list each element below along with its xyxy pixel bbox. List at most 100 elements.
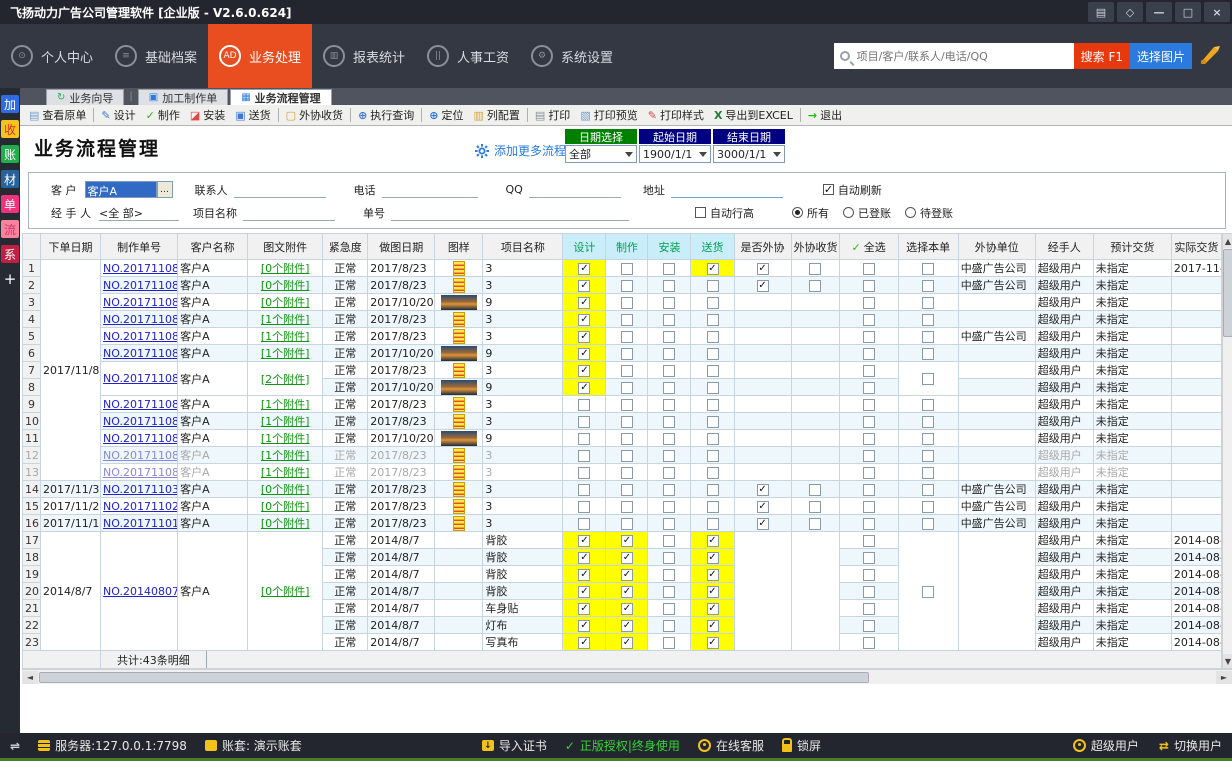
select-order-check[interactable] <box>898 345 958 362</box>
select-order-check[interactable] <box>898 515 958 532</box>
attachment[interactable]: [0个附件] <box>250 277 320 293</box>
select-order-check[interactable] <box>898 464 958 481</box>
make-check-box-icon[interactable] <box>621 280 633 292</box>
make-check[interactable]: ✓ <box>606 532 648 549</box>
deliver-check[interactable] <box>691 430 734 447</box>
outsource-check-box-icon[interactable]: ✓ <box>757 263 769 275</box>
select-all-check-box-icon[interactable] <box>863 382 875 394</box>
receive-check-box-icon[interactable] <box>809 518 821 530</box>
order-no[interactable]: NO.201408070001 <box>103 585 178 598</box>
design-check[interactable]: ✓ <box>563 362 606 379</box>
poster-thumbnail[interactable] <box>453 414 465 429</box>
auto-refresh-checkbox[interactable]: 自动刷新 <box>823 182 882 198</box>
select-all-check[interactable] <box>839 430 898 447</box>
contact-input[interactable] <box>234 182 326 198</box>
make-check[interactable]: ✓ <box>606 566 648 583</box>
poster-thumbnail[interactable] <box>453 397 465 412</box>
order-no[interactable]: NO.201711080012 <box>103 262 178 275</box>
install-check[interactable] <box>648 617 691 634</box>
select-all-check[interactable] <box>839 294 898 311</box>
deliver-check-box-icon[interactable] <box>707 433 719 445</box>
install-check[interactable] <box>648 362 691 379</box>
receive-check[interactable] <box>791 260 839 277</box>
toolbar-columns-config-button[interactable]: ▥列配置 <box>469 106 525 125</box>
deliver-check-box-icon[interactable] <box>707 365 719 377</box>
toolbar-install-button[interactable]: ◪安装 <box>185 106 230 125</box>
install-check-box-icon[interactable] <box>663 637 675 649</box>
receive-check-box-icon[interactable] <box>809 484 821 496</box>
outsource-check[interactable]: ✓ <box>734 498 791 515</box>
deliver-check-box-icon[interactable] <box>707 382 719 394</box>
status-lock[interactable]: 锁屏 <box>782 737 821 754</box>
select-all-check[interactable] <box>839 413 898 430</box>
radio-icon[interactable] <box>905 207 916 218</box>
select-order-check-box-icon[interactable] <box>922 331 934 343</box>
design-check[interactable] <box>563 515 606 532</box>
design-check[interactable]: ✓ <box>563 566 606 583</box>
select-all-check[interactable] <box>839 311 898 328</box>
notes-icon[interactable]: ▤ <box>1088 2 1114 22</box>
attachment[interactable]: [1个附件] <box>250 345 320 361</box>
maximize-icon[interactable]: □ <box>1175 2 1201 22</box>
install-check-box-icon[interactable] <box>663 535 675 547</box>
outsource-check-box-icon[interactable]: ✓ <box>757 280 769 292</box>
toolbar-exit-button[interactable]: →退出 <box>803 106 847 125</box>
rail-tile-+[interactable]: + <box>1 270 19 288</box>
design-check-box-icon[interactable]: ✓ <box>578 365 590 377</box>
receive-check[interactable] <box>791 498 839 515</box>
design-check[interactable] <box>563 413 606 430</box>
customer-value[interactable]: 客户A <box>85 181 157 198</box>
order-no[interactable]: NO.201711010001 <box>103 517 178 530</box>
design-check[interactable]: ✓ <box>563 277 606 294</box>
install-check[interactable] <box>648 311 691 328</box>
toolbar-make-check-button[interactable]: ✓制作 <box>141 106 185 125</box>
install-check-box-icon[interactable] <box>663 399 675 411</box>
select-order-check[interactable] <box>898 498 958 515</box>
deliver-check-box-icon[interactable] <box>707 297 719 309</box>
design-check-box-icon[interactable] <box>578 450 590 462</box>
design-check[interactable]: ✓ <box>563 345 606 362</box>
install-check[interactable] <box>648 600 691 617</box>
poster-thumbnail[interactable] <box>453 516 465 531</box>
nav-item-3[interactable]: ▥报表统计 <box>312 24 416 88</box>
install-check-box-icon[interactable] <box>663 603 675 615</box>
attachment[interactable]: [1个附件] <box>250 430 320 446</box>
deliver-check-box-icon[interactable] <box>707 280 719 292</box>
select-all-check-box-icon[interactable] <box>863 416 875 428</box>
attachment[interactable]: [0个附件] <box>250 498 320 514</box>
make-check[interactable] <box>606 396 648 413</box>
deliver-check[interactable]: ✓ <box>691 260 734 277</box>
radio-icon[interactable] <box>843 207 854 218</box>
select-all-check-box-icon[interactable] <box>863 620 875 632</box>
col-header-2[interactable]: 制作单号 <box>101 234 178 260</box>
design-check-box-icon[interactable]: ✓ <box>578 280 590 292</box>
make-check-box-icon[interactable] <box>621 365 633 377</box>
attachment[interactable]: [0个附件] <box>250 260 320 276</box>
make-check-box-icon[interactable]: ✓ <box>621 603 633 615</box>
status-license-check[interactable]: ✓正版授权|终身使用 <box>565 737 680 754</box>
select-order-check[interactable] <box>898 532 958 651</box>
install-check-box-icon[interactable] <box>663 365 675 377</box>
install-check-box-icon[interactable] <box>663 331 675 343</box>
deliver-check[interactable] <box>691 379 734 396</box>
design-check-box-icon[interactable] <box>578 467 590 479</box>
outsource-check[interactable]: ✓ <box>734 481 791 498</box>
scroll-left-icon[interactable]: ◄ <box>22 671 38 684</box>
col-header-17[interactable]: 外协单位 <box>958 234 1035 260</box>
deliver-check[interactable] <box>691 294 734 311</box>
install-check-box-icon[interactable] <box>663 433 675 445</box>
select-order-check-box-icon[interactable] <box>922 501 934 513</box>
select-all-check[interactable] <box>839 600 898 617</box>
select-order-check-box-icon[interactable] <box>922 518 934 530</box>
deliver-check-box-icon[interactable]: ✓ <box>707 263 719 275</box>
photo-thumbnail[interactable] <box>441 346 477 361</box>
design-check[interactable] <box>563 498 606 515</box>
date-col-select[interactable]: 3000/1/1 <box>713 145 785 163</box>
install-check[interactable] <box>648 549 691 566</box>
deliver-check-box-icon[interactable] <box>707 450 719 462</box>
poster-thumbnail[interactable] <box>453 482 465 497</box>
deliver-check-box-icon[interactable]: ✓ <box>707 586 719 598</box>
select-order-check[interactable] <box>898 396 958 413</box>
make-check[interactable] <box>606 328 648 345</box>
design-check[interactable]: ✓ <box>563 634 606 651</box>
